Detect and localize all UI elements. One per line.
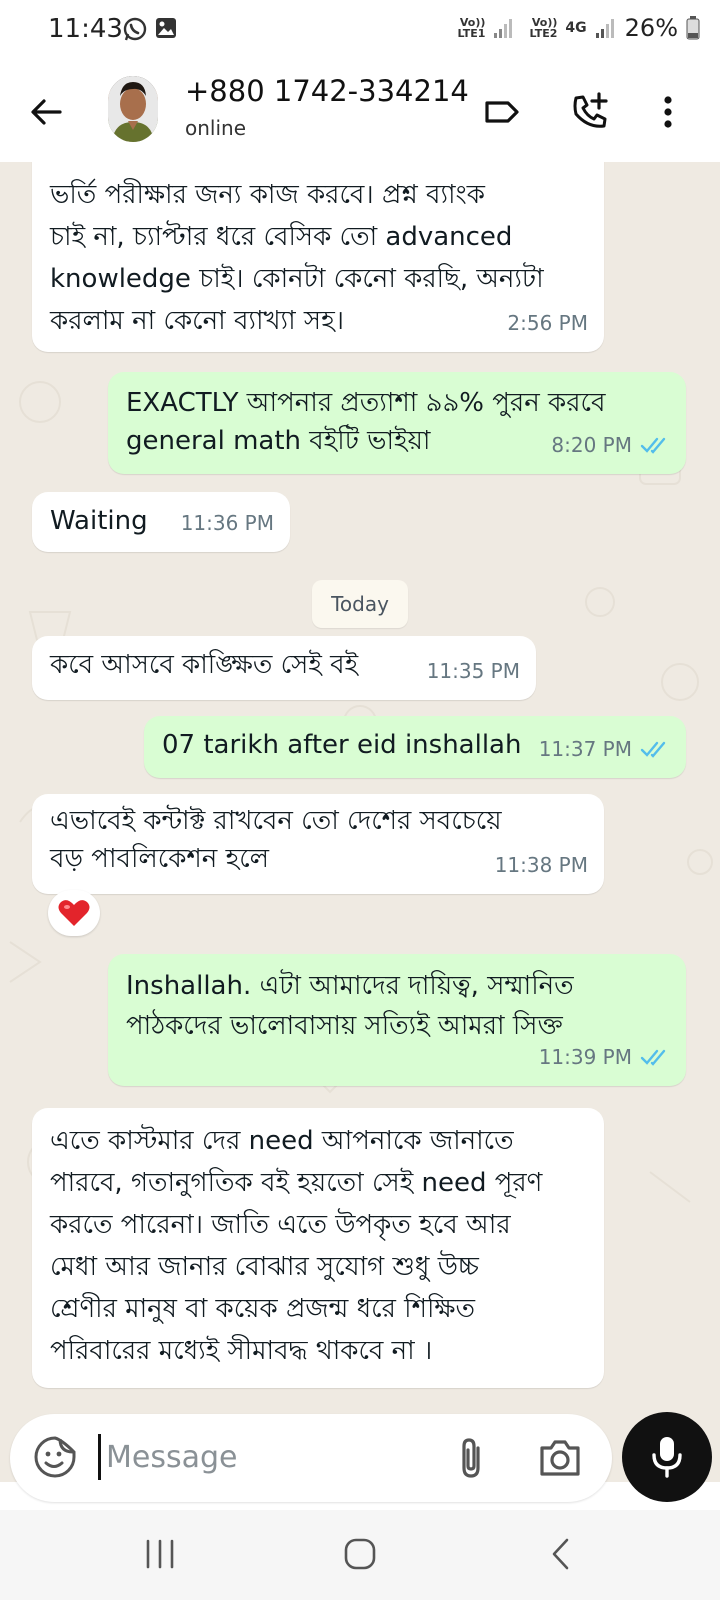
- whatsapp-icon: [123, 17, 147, 41]
- network-label: 4G: [565, 19, 587, 36]
- signal-icon: [494, 19, 513, 38]
- label-icon[interactable]: [478, 88, 526, 136]
- heart-reaction[interactable]: [48, 890, 100, 936]
- message-text: ভর্তি পরীক্ষার জন্য কাজ করবে। প্রশ্ন ব্য…: [50, 180, 544, 336]
- message-time: 11:35 PM: [426, 659, 520, 683]
- message-time: 11:39 PM: [539, 1036, 670, 1078]
- message-time: 11:37 PM: [539, 728, 670, 770]
- avatar[interactable]: [108, 76, 158, 142]
- contact-status: online: [185, 116, 247, 140]
- message-time: 11:36 PM: [180, 511, 274, 535]
- message-composer: [10, 1414, 612, 1502]
- message-time: 2:56 PM: [507, 311, 588, 335]
- message-bubble-incoming[interactable]: Waiting 11:36 PM: [32, 492, 290, 552]
- status-time: 11:43: [48, 14, 123, 44]
- message-time: 8:20 PM: [551, 424, 670, 466]
- sim2-label: Vo)) LTE2: [529, 16, 558, 40]
- more-vert-icon[interactable]: [654, 88, 682, 136]
- battery-percent: 26%: [624, 14, 678, 42]
- mic-button[interactable]: [622, 1412, 712, 1502]
- message-text: এতে কাস্টমার দের need আপনাকে জানাতে পারব…: [50, 1126, 543, 1366]
- battery-icon: [686, 16, 700, 40]
- message-text: Inshallah. এটা আমাদের দায়িত্ব, সম্মানিত…: [126, 971, 574, 1041]
- read-ticks-icon: [640, 741, 666, 758]
- read-ticks-icon: [640, 1049, 666, 1066]
- message-time: 11:38 PM: [494, 853, 588, 877]
- heart-icon: [58, 900, 90, 926]
- recents-icon[interactable]: [138, 1532, 182, 1576]
- message-bubble-incoming[interactable]: এতে কাস্টমার দের need আপনাকে জানাতে পারব…: [32, 1108, 604, 1388]
- attach-icon[interactable]: [450, 1434, 494, 1482]
- contact-name[interactable]: +880 1742-334214: [185, 74, 469, 108]
- back-arrow-icon[interactable]: [22, 88, 70, 136]
- signal-icon: [595, 19, 614, 38]
- message-input[interactable]: [106, 1432, 426, 1482]
- message-bubble-outgoing[interactable]: Inshallah. এটা আমাদের দায়িত্ব, সম্মানিত…: [108, 954, 686, 1086]
- sticker-icon[interactable]: [32, 1434, 78, 1480]
- date-divider: Today: [312, 580, 408, 628]
- message-bubble-incoming[interactable]: কবে আসবে কাঙ্ক্ষিত সেই বই 11:35 PM: [32, 636, 536, 700]
- mic-icon: [652, 1437, 682, 1478]
- chat-area[interactable]: ভর্তি পরীক্ষার জন্য কাজ করবে। প্রশ্ন ব্য…: [0, 162, 720, 1482]
- status-bar: 11:43 Vo)) LTE1 Vo)) LTE2 4G 26%: [0, 0, 720, 62]
- camera-icon[interactable]: [536, 1434, 584, 1480]
- home-icon[interactable]: [338, 1532, 382, 1576]
- back-icon[interactable]: [540, 1532, 584, 1576]
- text-caret: [98, 1434, 101, 1480]
- message-bubble-incoming[interactable]: ভর্তি পরীক্ষার জন্য কাজ করবে। প্রশ্ন ব্য…: [32, 162, 604, 352]
- sim1-label: Vo)) LTE1: [457, 16, 486, 40]
- message-bubble-outgoing[interactable]: EXACTLY আপনার প্রত্যাশা ৯৯% পুরন করবে ge…: [108, 372, 686, 474]
- read-ticks-icon: [640, 437, 666, 454]
- add-call-icon[interactable]: [566, 88, 614, 136]
- message-bubble-incoming[interactable]: এভাবেই কন্টাক্ট রাখবেন তো দেশের সবচেয়ে …: [32, 794, 604, 894]
- system-nav-bar: [0, 1510, 720, 1600]
- gallery-icon: [156, 18, 176, 38]
- chat-header: +880 1742-334214 online: [0, 62, 720, 162]
- message-bubble-outgoing[interactable]: 07 tarikh after eid inshallah 11:37 PM: [144, 716, 686, 778]
